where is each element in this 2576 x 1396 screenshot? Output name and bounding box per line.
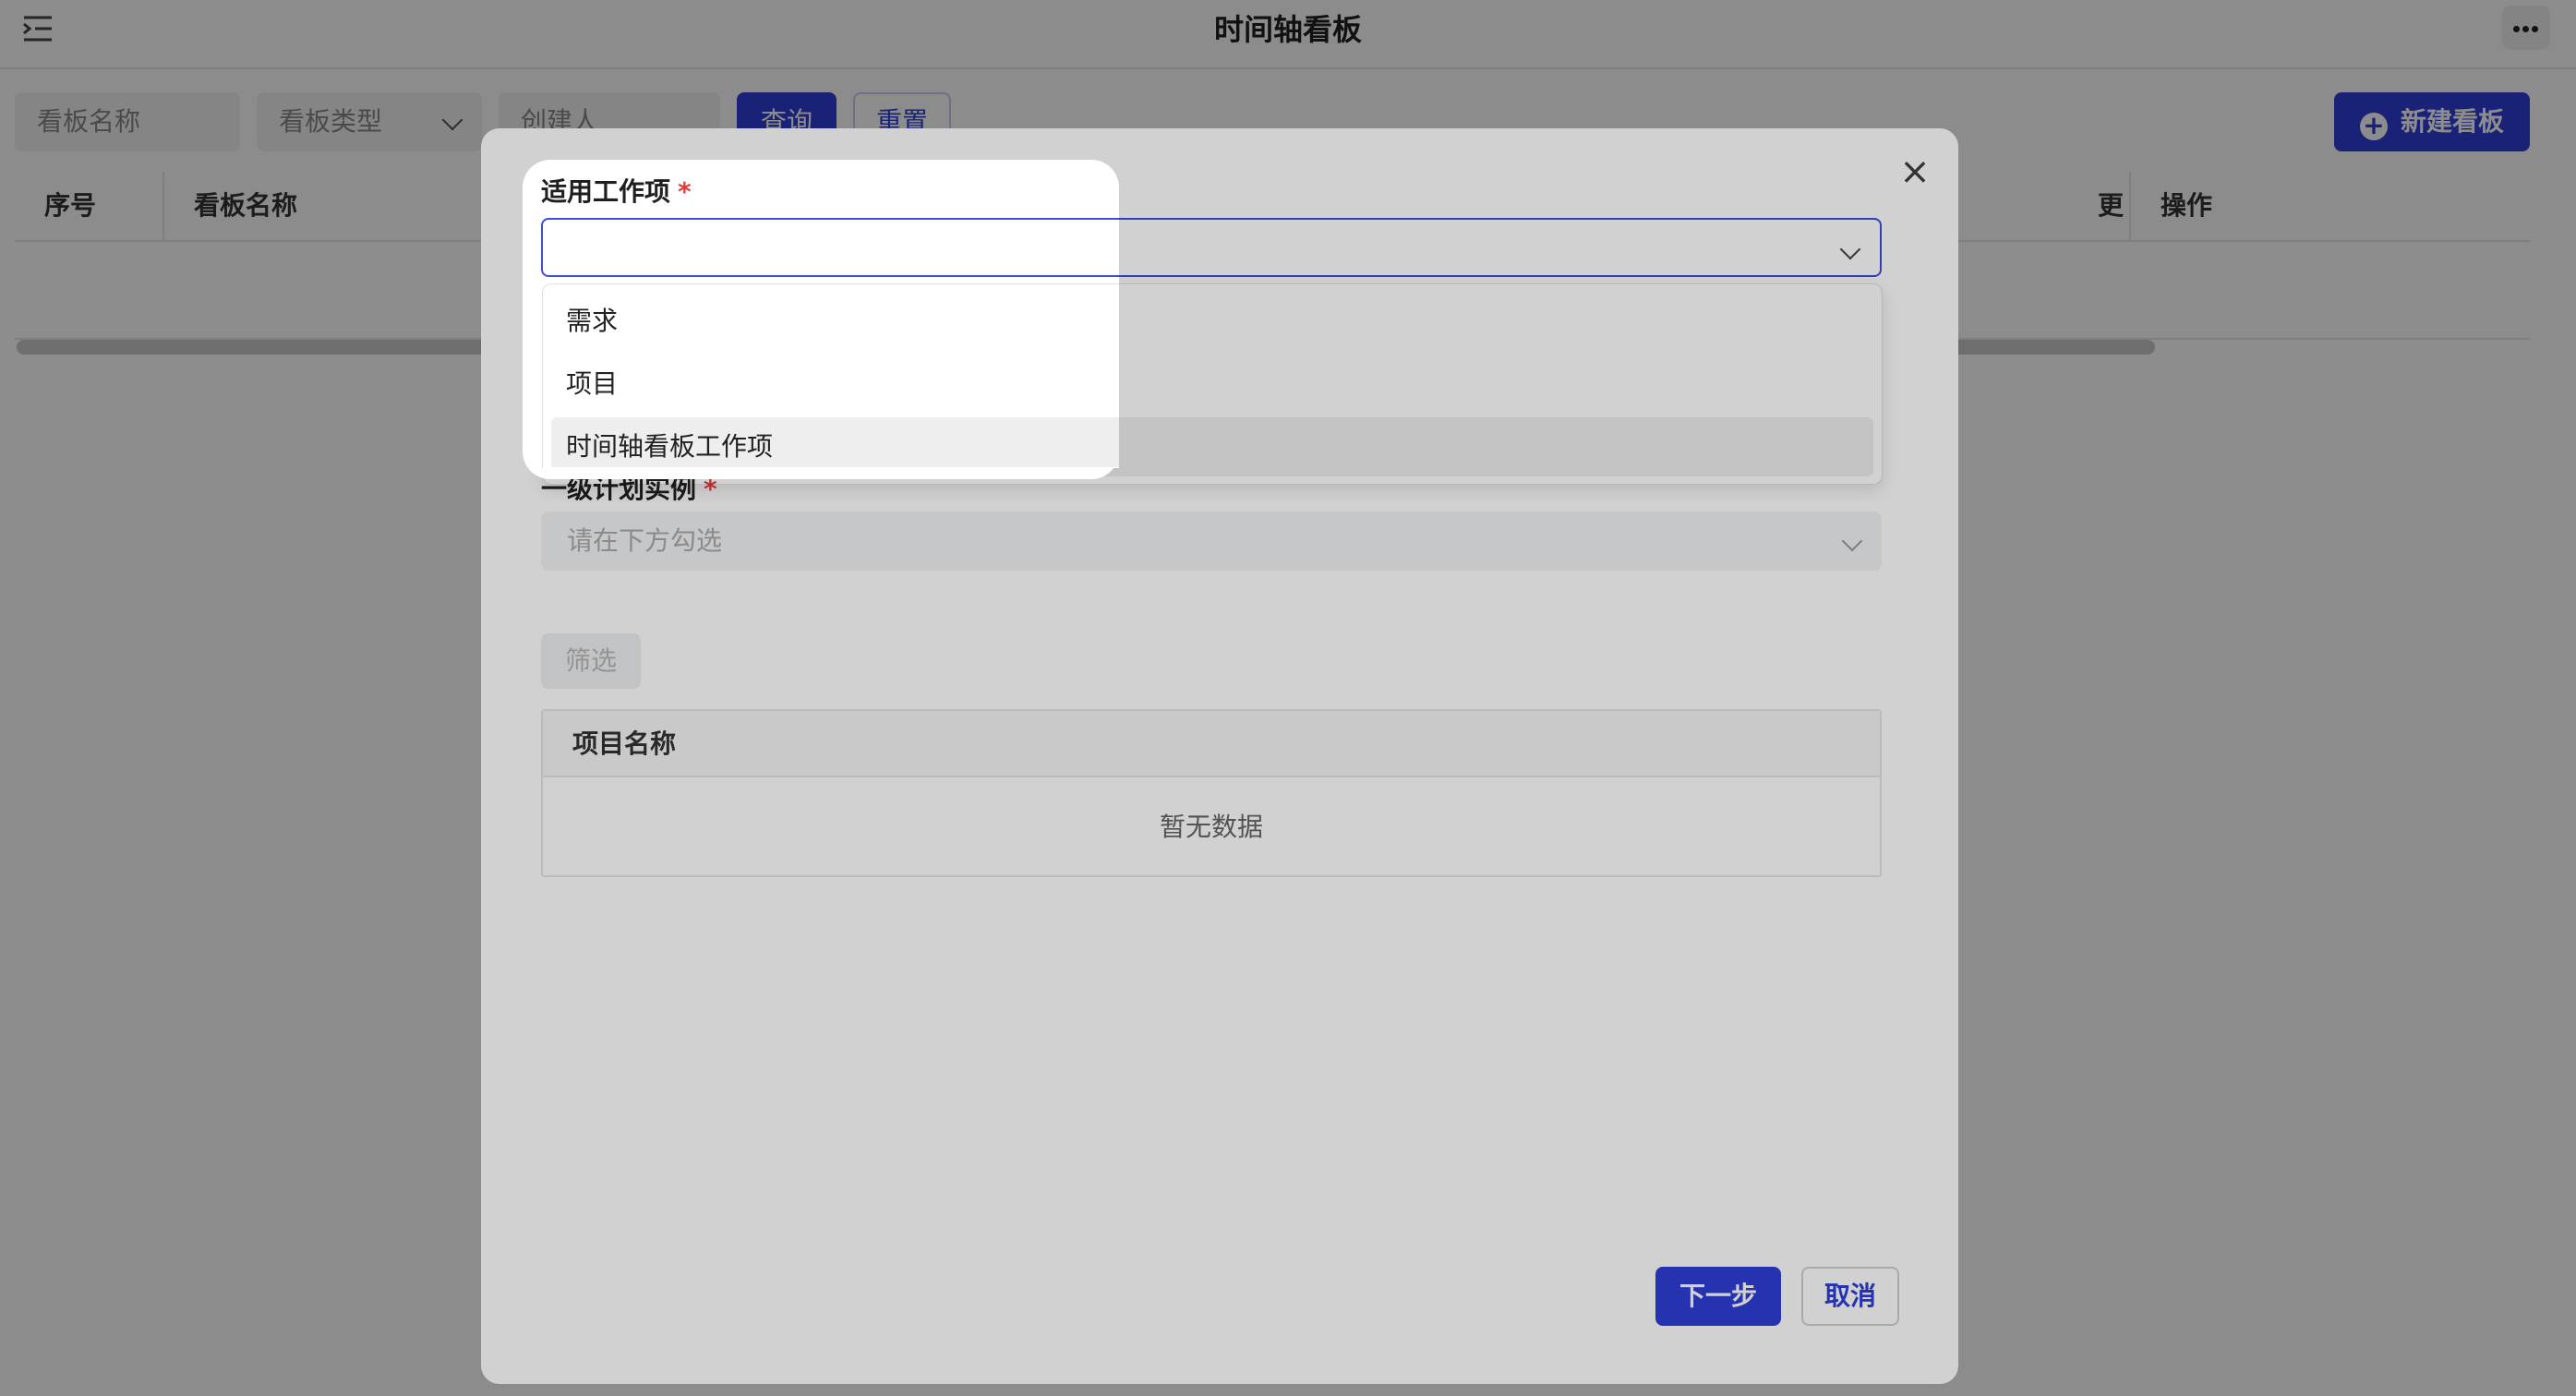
close-icon[interactable]: × (1898, 153, 1932, 190)
option-project-spot[interactable]: 项目 (551, 355, 1119, 414)
work-item-label-spot: 适用工作项 * (541, 174, 692, 211)
work-item-select-spot[interactable] (541, 218, 1119, 277)
option-requirement-spot[interactable]: 需求 (551, 292, 1119, 351)
option-timeline-spot[interactable]: 时间轴看板工作项 (551, 417, 1119, 467)
work-item-label-text-spot: 适用工作项 (541, 176, 671, 207)
required-mark: * (678, 176, 692, 207)
